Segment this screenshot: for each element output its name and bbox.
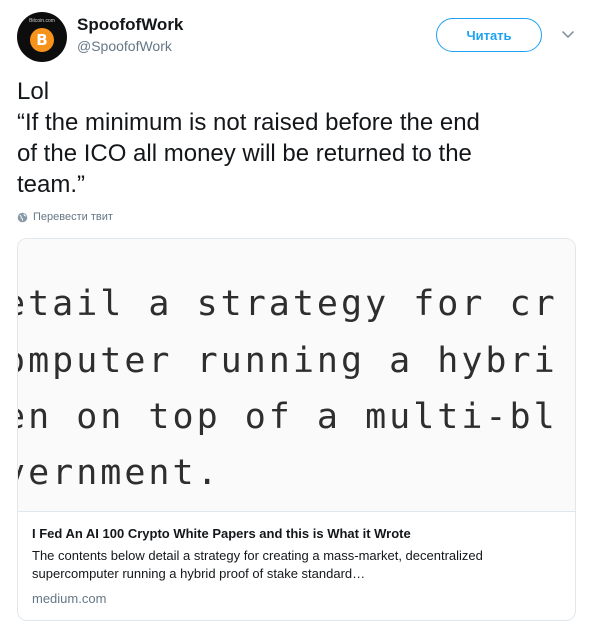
link-preview-card[interactable]: etail a strategy for cr omputer running …: [17, 238, 576, 621]
chevron-down-icon[interactable]: [560, 26, 576, 42]
card-title[interactable]: I Fed An AI 100 Crypto White Papers and …: [32, 526, 562, 541]
author-handle[interactable]: @SpoofofWork: [77, 38, 172, 54]
card-description-line: supercomputer running a hybrid proof of …: [32, 566, 366, 581]
follow-button[interactable]: Читать: [436, 18, 542, 52]
card-domain[interactable]: medium.com: [32, 591, 562, 606]
card-body: I Fed An AI 100 Crypto White Papers and …: [32, 526, 562, 606]
tweet-line: of the ICO all money will be returned to…: [17, 140, 472, 167]
card-image-text: etail a strategy for cr: [18, 284, 558, 324]
bitcoin-icon: B: [30, 28, 54, 52]
tweet-line: team.”: [17, 171, 86, 198]
card-description: The contents below detail a strategy for…: [32, 547, 562, 583]
author-display-name[interactable]: SpoofofWork: [77, 15, 183, 35]
translate-label[interactable]: Перевести твит: [33, 211, 113, 223]
tweet-line: “If the minimum is not raised before the…: [17, 109, 480, 136]
tweet-line: Lol: [17, 78, 50, 105]
card-image[interactable]: etail a strategy for cr omputer running …: [18, 239, 575, 512]
tweet-text: Lol “If the minimum is not raised before…: [17, 76, 577, 200]
card-image-text: vernment.: [18, 453, 221, 493]
tweet-header: Bitcoin.com B SpoofofWork @SpoofofWork Ч…: [0, 0, 593, 70]
globe-icon: [17, 212, 28, 222]
translate-tweet-link[interactable]: Перевести твит: [17, 211, 113, 223]
avatar-small-text: Bitcoin.com: [29, 18, 55, 24]
avatar[interactable]: Bitcoin.com B: [17, 12, 67, 62]
card-image-text: omputer running a hybri: [18, 341, 558, 381]
card-image-text: en on top of a multi-bl: [18, 397, 558, 437]
card-description-line: The contents below detail a strategy for…: [32, 548, 483, 563]
